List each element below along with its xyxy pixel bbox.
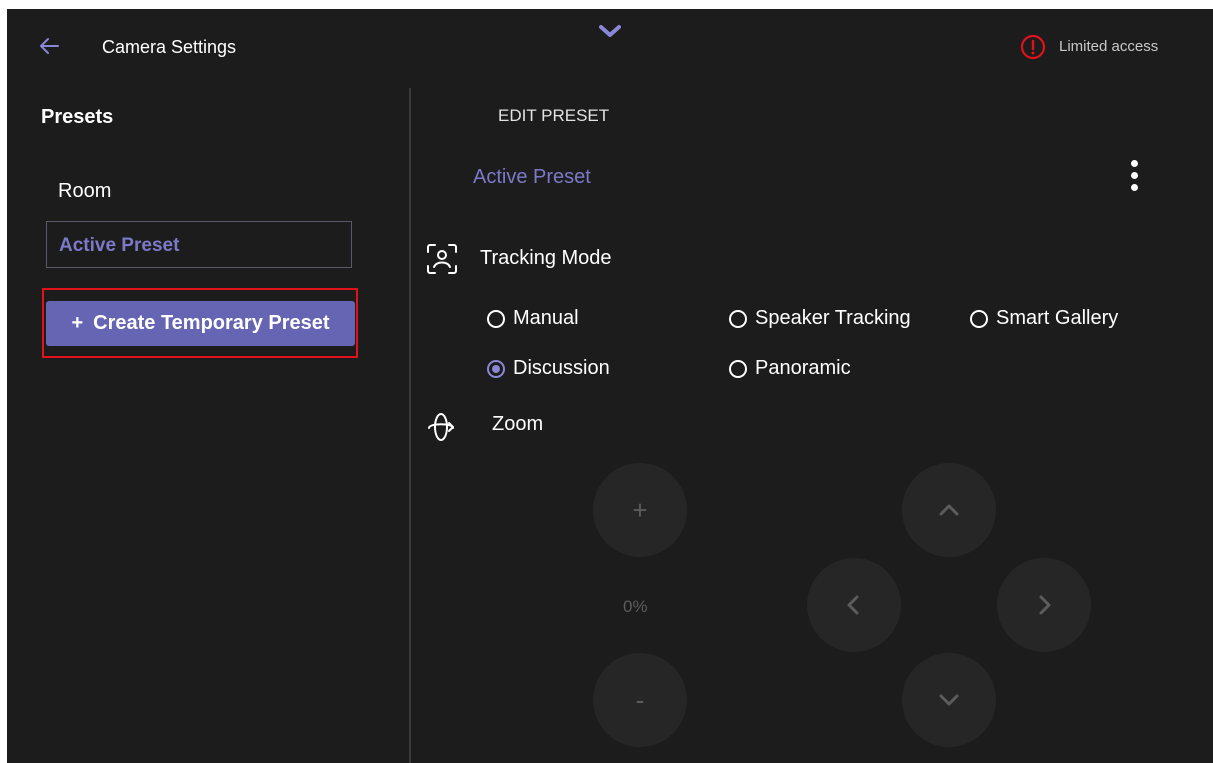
pan-down-button[interactable]: [902, 653, 996, 747]
face-tracking-icon: [427, 244, 457, 274]
preset-name: Active Preset: [473, 166, 591, 188]
button-label: Create Temporary Preset: [93, 312, 330, 334]
sidebar-item-label: Active Preset: [59, 235, 180, 256]
radio-label: Panoramic: [755, 357, 851, 379]
pan-right-button[interactable]: [997, 558, 1091, 652]
arrow-left-icon[interactable]: [38, 35, 60, 57]
tracking-mode-label: Tracking Mode: [480, 247, 612, 269]
plus-icon: +: [71, 312, 84, 334]
panel-divider: [409, 88, 411, 763]
chevron-right-icon: [1039, 595, 1051, 615]
camera-settings-screen: Camera Settings Limited access Presets R…: [7, 9, 1213, 763]
zoom-in-button[interactable]: +: [593, 463, 687, 557]
pan-up-button[interactable]: [902, 463, 996, 557]
radio-smart-gallery[interactable]: Smart Gallery: [970, 307, 1118, 330]
radio-manual[interactable]: Manual: [487, 307, 579, 330]
radio-label: Manual: [513, 307, 579, 329]
plus-icon: +: [632, 494, 648, 525]
chevron-left-icon: [847, 595, 859, 615]
radio-label: Discussion: [513, 357, 610, 379]
radio-discussion[interactable]: Discussion: [487, 357, 610, 380]
section-title: EDIT PRESET: [498, 106, 610, 125]
chevron-down-icon: [939, 694, 959, 706]
access-status: Limited access: [1059, 38, 1159, 55]
create-temporary-preset-button[interactable]: + Create Temporary Preset: [46, 301, 355, 346]
zoom-value: 0%: [623, 597, 648, 616]
radio-speaker-tracking[interactable]: Speaker Tracking: [729, 307, 911, 330]
radio-label: Smart Gallery: [996, 307, 1119, 329]
chevron-down-icon[interactable]: [597, 23, 623, 41]
presets-heading: Presets: [41, 106, 114, 128]
page-title: Camera Settings: [102, 37, 237, 57]
radio-circle: [487, 359, 505, 378]
radio-circle: [487, 309, 505, 328]
radio-label: Speaker Tracking: [755, 307, 911, 329]
alert-circle-icon: [1020, 34, 1046, 60]
radio-circle: [729, 359, 747, 378]
zoom-label: Zoom: [492, 413, 544, 435]
sidebar-item-room[interactable]: Room: [58, 180, 111, 203]
radio-circle: [970, 309, 988, 328]
pan-rotate-icon: [428, 413, 454, 441]
radio-circle: [729, 309, 747, 328]
chevron-up-icon: [939, 504, 959, 516]
more-vertical-icon[interactable]: [1127, 159, 1143, 193]
zoom-out-button[interactable]: -: [593, 653, 687, 747]
radio-panoramic[interactable]: Panoramic: [729, 357, 851, 380]
pan-left-button[interactable]: [807, 558, 901, 652]
minus-icon: -: [635, 684, 645, 715]
